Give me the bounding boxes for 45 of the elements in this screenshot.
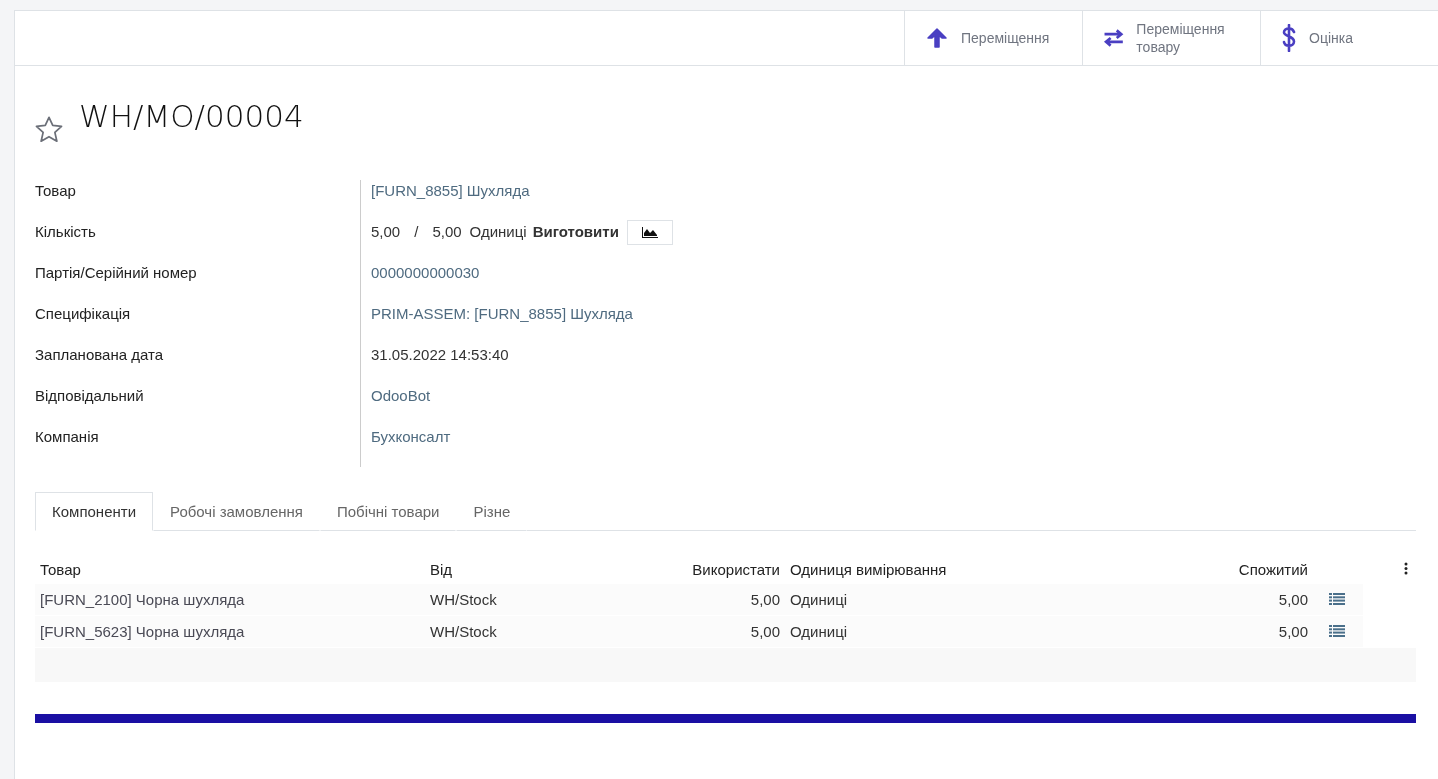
field-link[interactable]: OdooBot bbox=[371, 385, 431, 407]
column-header[interactable]: Використати bbox=[595, 555, 785, 584]
column-header[interactable]: Спожитий bbox=[1183, 555, 1313, 584]
column-header[interactable]: Одиниця вимірювання bbox=[785, 555, 1183, 584]
table-cell: 5,00 bbox=[1183, 584, 1313, 616]
produced-quantity: 5,00 bbox=[371, 222, 401, 242]
list-icon[interactable] bbox=[1329, 593, 1345, 605]
field-label: Запланована дата bbox=[35, 345, 164, 365]
table-cell: 5,00 bbox=[595, 584, 785, 616]
table-cell: 5,00 bbox=[1183, 615, 1313, 648]
produce-label: Виготовити bbox=[532, 222, 619, 242]
list-icon[interactable] bbox=[1329, 625, 1345, 637]
area-chart-icon bbox=[640, 226, 659, 239]
notebook-tab[interactable]: Компоненти bbox=[35, 492, 154, 531]
forecast-button[interactable] bbox=[626, 220, 673, 245]
field-label: Специфікація bbox=[35, 304, 132, 324]
table-cell: Одиниці bbox=[785, 615, 1183, 648]
table-cell: WH/Stock bbox=[425, 584, 595, 616]
field-link[interactable]: 0000000000030 bbox=[371, 262, 480, 284]
field-label: Кількість bbox=[35, 222, 97, 242]
field-value: 31.05.2022 14:53:40 bbox=[371, 345, 509, 365]
field-link[interactable]: [FURN_8855] Шухляда bbox=[371, 180, 530, 202]
unit-value: Одиниці bbox=[469, 222, 527, 242]
field-link[interactable]: PRIM-ASSEM: [FURN_8855] Шухляда bbox=[371, 303, 633, 325]
planned-quantity: 5,00 bbox=[432, 222, 462, 242]
record-title: WH/MO/00004 bbox=[79, 98, 304, 136]
table-cell: [FURN_2100] Чорна шухляда bbox=[35, 584, 425, 616]
quantity-separator: / bbox=[414, 222, 419, 242]
table-cell: WH/Stock bbox=[425, 615, 595, 648]
dollar-icon bbox=[1281, 24, 1297, 52]
notebook-tab[interactable]: Робочі замовлення bbox=[153, 492, 320, 531]
field-link[interactable]: Бухконсалт bbox=[371, 426, 451, 448]
field-label: Компанія bbox=[35, 427, 100, 447]
table-cell: 5,00 bbox=[595, 615, 785, 648]
notebook-tab[interactable]: Різне bbox=[456, 492, 528, 531]
kebab-menu-icon[interactable] bbox=[1404, 561, 1408, 575]
field-label: Партія/Серійний номер bbox=[35, 263, 198, 283]
field-label: Товар bbox=[35, 181, 77, 201]
notebook-tab[interactable]: Побічні товари bbox=[319, 492, 457, 531]
field-label: Відповідальний bbox=[35, 386, 145, 406]
table-cell: Одиниці bbox=[785, 584, 1183, 616]
arrow-up-icon bbox=[925, 26, 949, 50]
column-header[interactable]: Від bbox=[425, 555, 595, 584]
column-header[interactable]: Товар bbox=[35, 555, 425, 584]
table-cell: [FURN_5623] Чорна шухляда bbox=[35, 615, 425, 648]
